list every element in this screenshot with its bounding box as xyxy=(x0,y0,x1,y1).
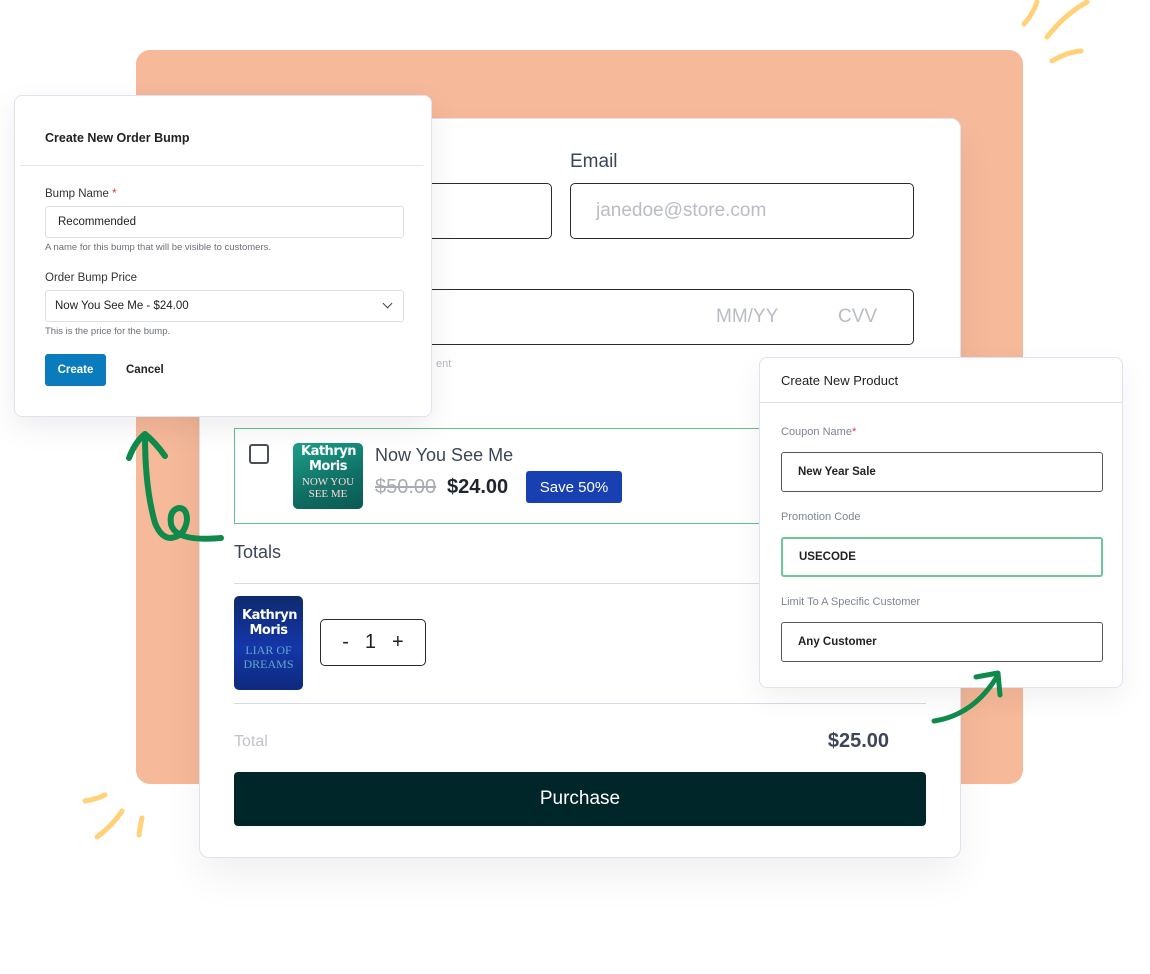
bump-price-hint: This is the price for the bump. xyxy=(45,326,171,337)
curly-arrow-up-icon xyxy=(126,431,224,542)
coupon-name-label: Coupon Name* xyxy=(781,426,856,438)
card-hint: ent xyxy=(436,358,452,370)
quantity-stepper[interactable]: - 1 + xyxy=(320,619,426,666)
chevron-down-icon xyxy=(382,298,393,309)
card-input[interactable]: MM/YY CVV xyxy=(400,289,914,345)
limit-customer-label: Limit To A Specific Customer xyxy=(781,596,921,608)
line-item-book-author: Kathryn Moris xyxy=(242,608,297,638)
decorative-sparkle-bottom-left xyxy=(82,792,145,840)
bump-price-select[interactable]: Now You See Me - $24.00 xyxy=(45,290,404,322)
email-placeholder: janedoe@store.com xyxy=(596,200,767,221)
promotion-code-label: Promotion Code xyxy=(781,511,861,523)
card-cvv-placeholder: CVV xyxy=(838,306,878,327)
decrement-button[interactable]: - xyxy=(342,631,349,654)
divider xyxy=(760,402,1122,403)
bump-name-label-text: Bump Name xyxy=(45,188,109,200)
email-input[interactable]: janedoe@store.com xyxy=(570,183,914,239)
bump-original-price: $50.00 xyxy=(375,476,437,498)
divider xyxy=(20,165,423,166)
decorative-sparkle-top-right xyxy=(1021,0,1090,64)
coupon-name-input[interactable]: New Year Sale xyxy=(781,452,1103,492)
bump-book-cover: Kathryn Moris NOW YOU SEE ME xyxy=(293,443,363,509)
coupon-name-value: New Year Sale xyxy=(798,466,876,478)
line-item-book-title: LIAR OF DREAMS xyxy=(243,643,294,671)
totals-heading: Totals xyxy=(234,542,282,562)
limit-customer-input[interactable]: Any Customer xyxy=(781,622,1103,662)
promotion-code-input[interactable]: USECODE xyxy=(781,537,1103,577)
modal-title: Create New Order Bump xyxy=(45,131,190,145)
coupon-name-label-text: Coupon Name xyxy=(781,426,852,438)
order-bump-offer[interactable]: Kathryn Moris NOW YOU SEE ME Now You See… xyxy=(234,428,774,524)
save-badge: Save 50% xyxy=(526,471,622,503)
increment-button[interactable]: + xyxy=(392,631,404,654)
cancel-button[interactable]: Cancel xyxy=(126,354,164,386)
line-item-book-cover: Kathryn Moris LIAR OF DREAMS xyxy=(234,596,303,690)
divider xyxy=(234,703,926,704)
required-mark: * xyxy=(851,426,857,438)
curved-arrow-up-right-icon xyxy=(931,670,1003,724)
bump-price-label: Order Bump Price xyxy=(45,272,138,284)
limit-customer-value: Any Customer xyxy=(798,636,877,648)
required-mark: * xyxy=(112,188,117,200)
total-label: Total xyxy=(234,733,268,750)
create-button[interactable]: Create xyxy=(45,354,106,386)
bump-name-hint: A name for this bump that will be visibl… xyxy=(45,242,271,253)
bump-book-author: Kathryn Moris xyxy=(301,444,356,474)
bump-name-label: Bump Name * xyxy=(45,188,117,200)
bump-product-name: Now You See Me xyxy=(375,445,514,465)
create-order-bump-modal: Create New Order Bump Bump Name * Recomm… xyxy=(14,95,432,417)
bump-book-title: NOW YOU SEE ME xyxy=(301,476,355,500)
bump-sale-price: $24.00 xyxy=(447,476,509,498)
bump-name-input[interactable]: Recommended xyxy=(45,206,404,238)
bump-price-value: Now You See Me - $24.00 xyxy=(55,300,189,312)
purchase-button[interactable]: Purchase xyxy=(234,772,926,826)
total-value: $25.00 xyxy=(827,730,889,752)
quantity-value: 1 xyxy=(364,631,377,653)
order-bump-checkbox[interactable] xyxy=(249,444,269,464)
promotion-code-value: USECODE xyxy=(799,551,856,563)
modal-title: Create New Product xyxy=(781,373,899,388)
email-label: Email xyxy=(570,151,618,172)
create-new-product-modal: Create New Product Coupon Name* New Year… xyxy=(759,357,1123,688)
card-expiry-placeholder: MM/YY xyxy=(716,306,779,327)
bump-name-value: Recommended xyxy=(58,216,136,228)
